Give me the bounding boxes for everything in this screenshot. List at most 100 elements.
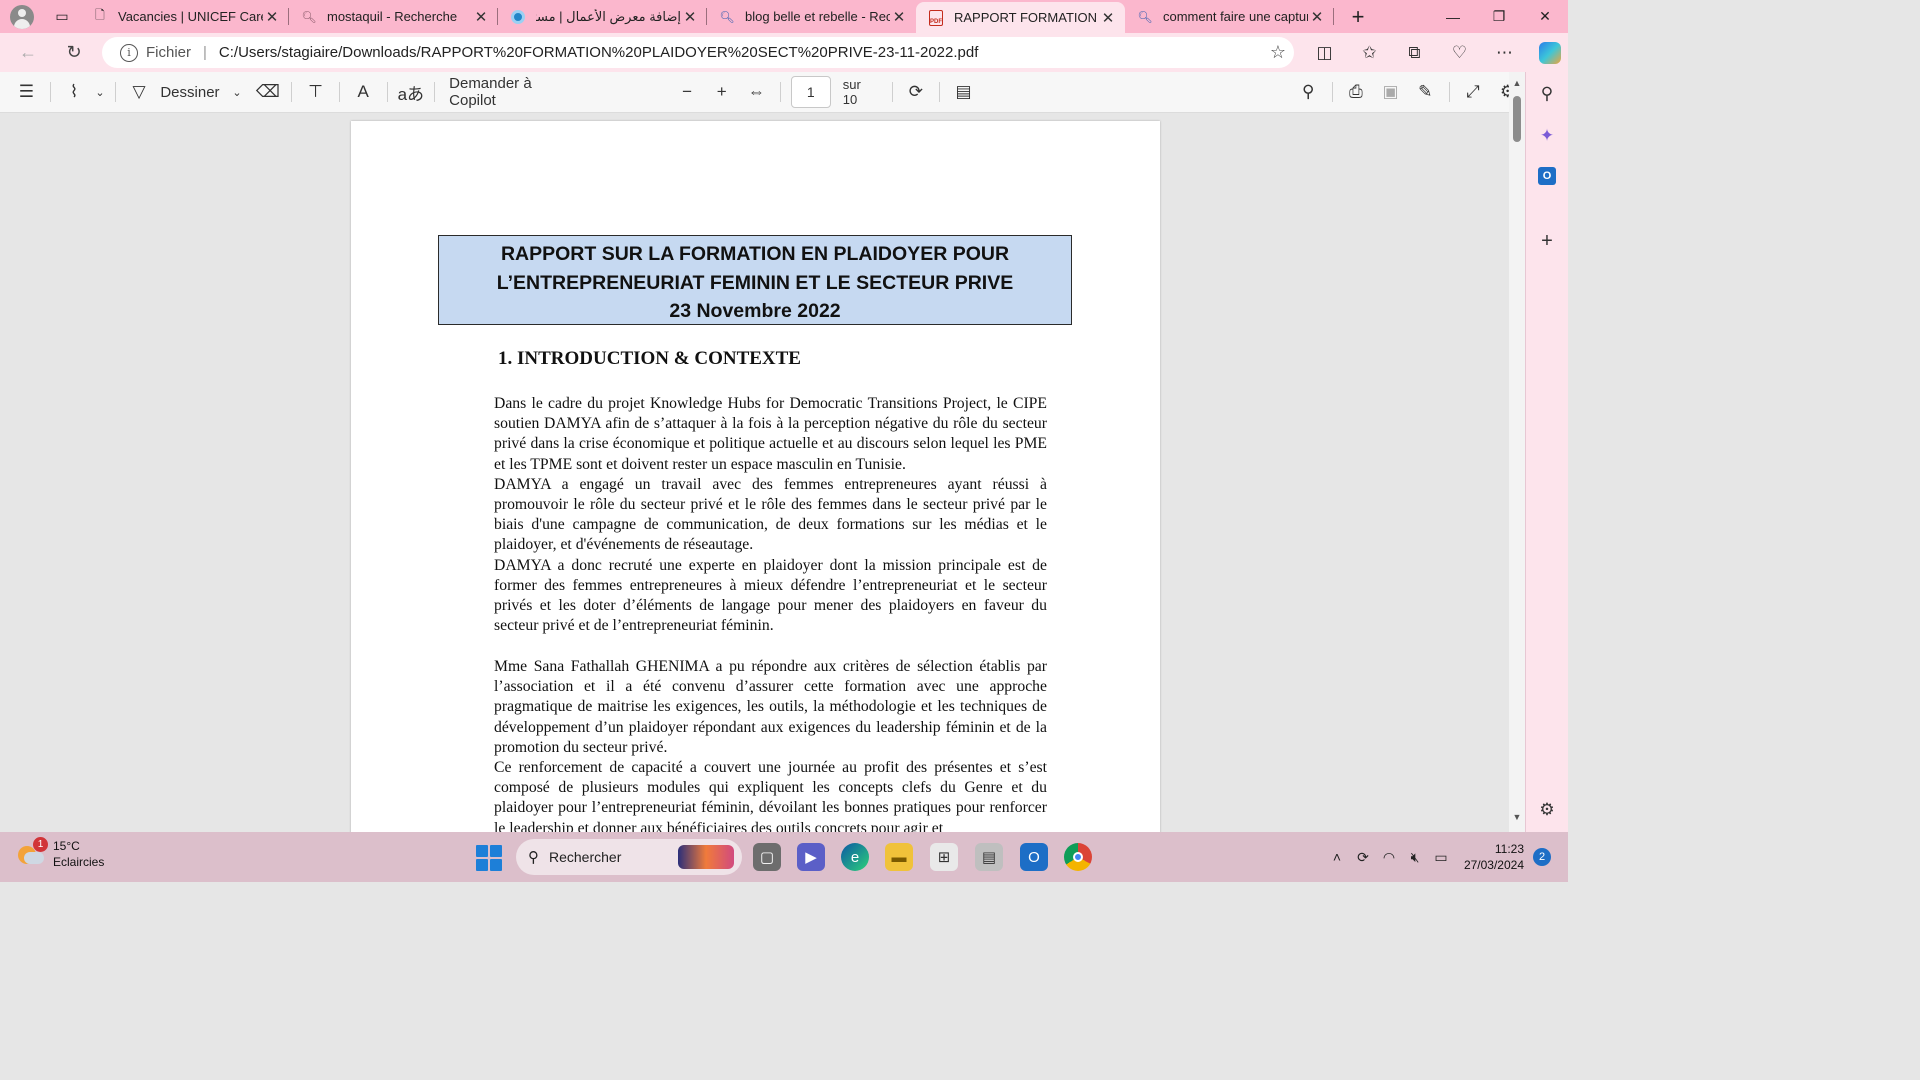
task-view-icon[interactable]: ▢: [753, 843, 781, 871]
pdf-viewer[interactable]: RAPPORT SUR LA FORMATION EN PLAIDOYER PO…: [0, 113, 1509, 832]
url-text[interactable]: C:/Users/stagiaire/Downloads/RAPPORT%20F…: [219, 44, 1262, 61]
search-icon: 🔍︎: [301, 9, 317, 24]
close-tab-icon[interactable]: ✕: [681, 8, 699, 26]
pdf-icon: PDF: [928, 9, 944, 26]
battery-icon[interactable]: ▭: [1428, 849, 1454, 866]
search-icon[interactable]: ⚲: [1291, 72, 1326, 113]
sidebar-settings-icon[interactable]: ⚙: [1533, 796, 1561, 824]
tab-title: mostaquil - Recherche: [327, 9, 458, 24]
app-icon[interactable]: ▤: [975, 843, 1003, 871]
draw-button[interactable]: Dessiner: [156, 72, 223, 113]
weather-widget[interactable]: 1 15°C Eclaircies: [16, 837, 104, 870]
read-aloud-icon[interactable]: A: [346, 72, 381, 113]
chrome-icon[interactable]: [1064, 843, 1092, 871]
collections-icon[interactable]: ⧉: [1392, 33, 1437, 72]
more-menu-icon[interactable]: ⋯: [1482, 33, 1527, 72]
edge-icon[interactable]: e: [841, 843, 869, 871]
paragraph: DAMYA a engagé un travail avec des femme…: [494, 475, 1047, 554]
vertical-scrollbar[interactable]: ▲ ▼: [1509, 72, 1525, 832]
close-tab-icon[interactable]: ✕: [1308, 8, 1326, 26]
copilot-icon[interactable]: [1527, 33, 1572, 72]
search-icon: ⚲: [528, 849, 539, 866]
tab-title: blog belle et rebelle - Recherche: [745, 9, 890, 24]
copilot-sidebar-icon[interactable]: ✦: [1533, 122, 1561, 150]
address-bar[interactable]: i Fichier | C:/Users/stagiaire/Downloads…: [102, 37, 1294, 68]
info-icon[interactable]: i: [120, 43, 138, 62]
ask-copilot-button[interactable]: Demander à Copilot: [441, 72, 586, 113]
text-box-icon[interactable]: ⊤: [298, 72, 333, 113]
back-icon[interactable]: ←: [8, 33, 48, 72]
file-explorer-icon[interactable]: ▬: [885, 843, 913, 871]
draw-icon[interactable]: ▽: [122, 72, 157, 113]
taskbar-search[interactable]: ⚲ Rechercher: [516, 839, 742, 875]
close-tab-icon[interactable]: ✕: [472, 8, 490, 26]
close-tab-icon[interactable]: ✕: [890, 8, 908, 26]
notification-badge[interactable]: 2: [1533, 848, 1551, 866]
taskbar: 1 15°C Eclaircies ⚲ Rechercher ▢ ▶ e ▬ ⊞…: [0, 832, 1568, 882]
translate-icon[interactable]: aあ: [393, 72, 428, 113]
clock[interactable]: 11:23 27/03/2024: [1456, 841, 1524, 873]
weather-temp: 15°C: [53, 839, 80, 853]
scheme-label: Fichier: [146, 44, 192, 61]
close-tab-icon[interactable]: ✕: [1099, 9, 1117, 27]
wifi-icon[interactable]: ◠: [1376, 849, 1402, 866]
close-tab-icon[interactable]: ✕: [263, 8, 281, 26]
search-label: Rechercher: [549, 849, 622, 865]
tab-blog[interactable]: 🔍︎ blog belle et rebelle - Recherche ✕: [707, 0, 916, 33]
print-icon[interactable]: ⎙: [1339, 72, 1374, 113]
page-total: sur 10: [842, 77, 861, 107]
search-icon[interactable]: ⚲: [1533, 80, 1561, 108]
paragraph: Ce renforcement de capacité a couvert un…: [494, 759, 1047, 832]
tab-unicef[interactable]: 🗋 Vacancies | UNICEF Careers ✕: [80, 0, 289, 33]
store-icon[interactable]: ⊞: [930, 843, 958, 871]
outlook-new-icon[interactable]: O: [1020, 843, 1048, 871]
start-button[interactable]: [476, 845, 502, 871]
page-view-icon[interactable]: ▤: [946, 72, 981, 113]
paragraph: Dans le cadre du projet Knowledge Hubs f…: [494, 395, 1047, 473]
tab-actions-icon[interactable]: ▭: [44, 0, 80, 33]
profile-button[interactable]: [0, 0, 44, 33]
contents-icon[interactable]: ☰: [9, 72, 44, 113]
restore-icon[interactable]: ❐: [1476, 0, 1522, 33]
outlook-icon[interactable]: O: [1533, 162, 1561, 190]
page-icon: 🗋: [95, 8, 105, 22]
tab-mostaql[interactable]: إضافة معرض الأعمال | مستقل ✕: [498, 0, 707, 33]
eraser-icon[interactable]: ⌫: [251, 72, 286, 113]
favorite-star-icon[interactable]: ☆: [1262, 42, 1294, 63]
draw-dropdown-icon[interactable]: ⌄: [224, 72, 251, 113]
new-tab-icon[interactable]: +: [1340, 4, 1376, 30]
tab-rapport-pdf[interactable]: PDF RAPPORT FORMATION PLAIDOYER ✕: [916, 2, 1125, 33]
favorites-icon[interactable]: ✩: [1347, 33, 1392, 72]
tab-capture[interactable]: 🔍︎ comment faire une capture ✕: [1125, 0, 1334, 33]
rotate-icon[interactable]: ⟳: [899, 72, 934, 113]
zoom-out-icon[interactable]: −: [670, 72, 705, 113]
title-line: RAPPORT SUR LA FORMATION EN PLAIDOYER PO…: [500, 243, 1010, 265]
browser-essentials-icon[interactable]: ♡: [1437, 33, 1482, 72]
highlight-icon[interactable]: ⌇: [57, 72, 92, 113]
pdf-page: RAPPORT SUR LA FORMATION EN PLAIDOYER PO…: [351, 121, 1160, 832]
mostaql-icon: [510, 9, 526, 25]
add-sidebar-icon[interactable]: +: [1533, 227, 1561, 255]
sync-icon[interactable]: ⟳: [1350, 849, 1376, 866]
tab-title: comment faire une capture: [1163, 9, 1308, 24]
teams-icon[interactable]: ▶: [797, 843, 825, 871]
minimize-icon[interactable]: —: [1430, 0, 1476, 33]
volume-muted-icon[interactable]: 🔇︎: [1402, 849, 1428, 866]
title-date: 23 Novembre 2022: [669, 300, 841, 322]
fit-width-icon[interactable]: ⇔: [739, 72, 774, 113]
chevron-up-icon[interactable]: ˄: [1324, 849, 1350, 865]
edge-sidebar: ⚲ ✦ O + ⚙: [1525, 72, 1568, 832]
close-window-icon[interactable]: ✕: [1522, 0, 1568, 33]
scrollbar-thumb[interactable]: [1513, 96, 1521, 142]
split-screen-icon[interactable]: ◫: [1302, 33, 1347, 72]
page-number-input[interactable]: 1: [790, 76, 831, 108]
highlight-dropdown-icon[interactable]: ⌄: [91, 72, 108, 113]
address-row: ← ↻ i Fichier | C:/Users/stagiaire/Downl…: [0, 33, 1568, 72]
save-icon[interactable]: ▣: [1373, 72, 1408, 113]
tab-mostaquil[interactable]: 🔍︎ mostaquil - Recherche ✕: [289, 0, 498, 33]
report-title-box: RAPPORT SUR LA FORMATION EN PLAIDOYER PO…: [438, 235, 1072, 325]
refresh-icon[interactable]: ↻: [54, 33, 94, 72]
save-as-icon[interactable]: ✎: [1408, 72, 1443, 113]
zoom-in-icon[interactable]: +: [704, 72, 739, 113]
fullscreen-icon[interactable]: ⤢: [1456, 72, 1491, 113]
